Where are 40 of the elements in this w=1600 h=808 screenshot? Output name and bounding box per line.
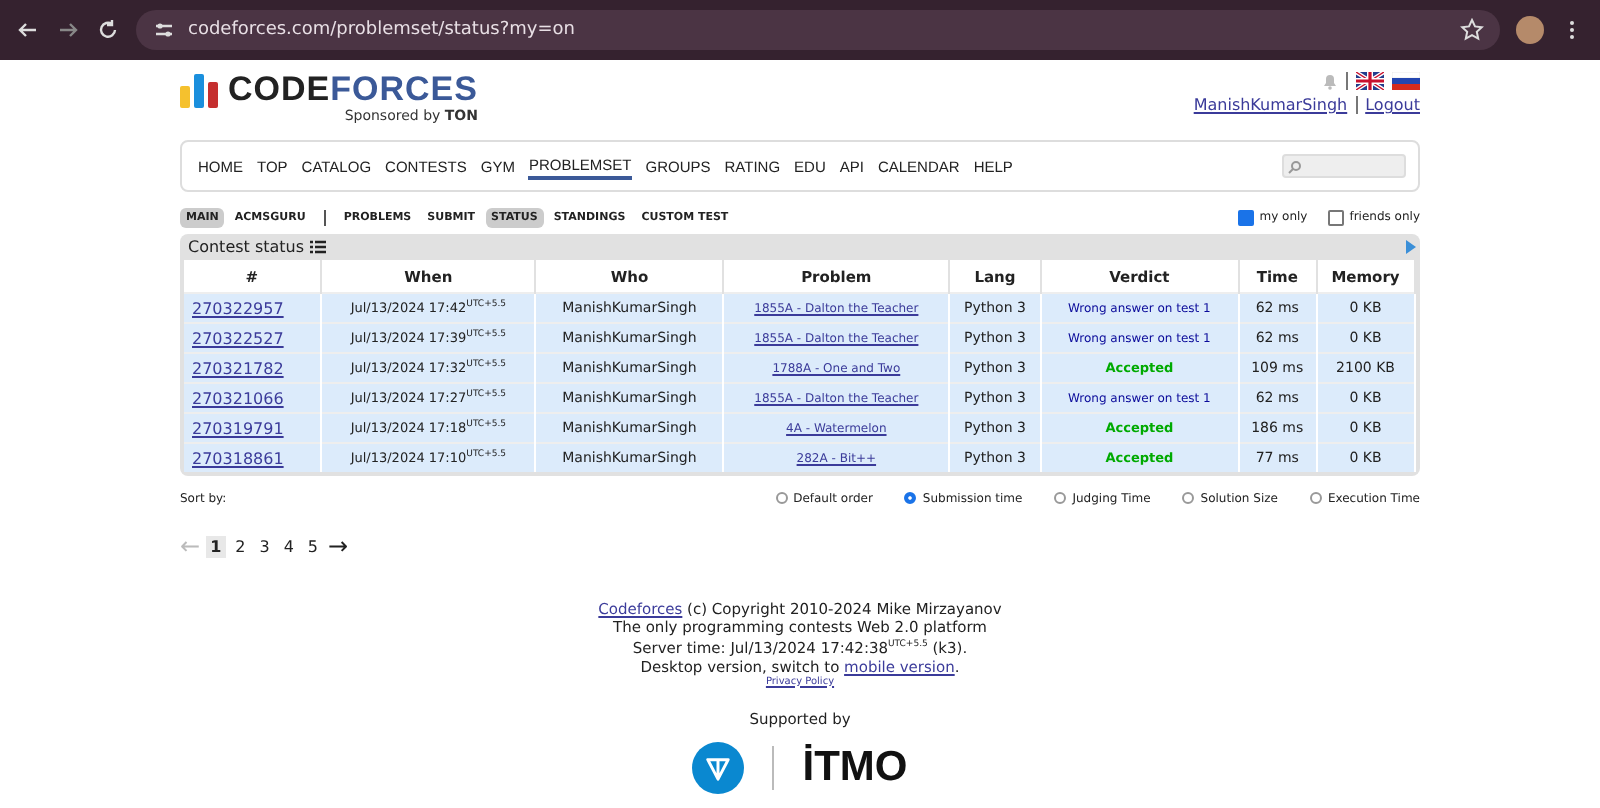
search-field[interactable]	[1282, 154, 1406, 178]
submission-id-link[interactable]: 270318861	[192, 449, 284, 467]
submission-id-link[interactable]: 270321782	[192, 359, 284, 377]
page-link[interactable]: 5	[303, 535, 323, 557]
next-page-arrow[interactable]: →	[328, 532, 349, 560]
ton-logo-icon	[692, 741, 745, 793]
partner-logo-text: İTMO	[802, 741, 908, 793]
checkbox[interactable]	[1327, 209, 1344, 225]
page-link[interactable]: 2	[231, 535, 250, 557]
submission-id-link[interactable]: 270322957	[192, 299, 284, 317]
uk-flag-icon[interactable]	[1356, 72, 1384, 90]
russia-flag-icon[interactable]	[1392, 72, 1420, 90]
page-link[interactable]: 3	[255, 535, 274, 557]
page-link[interactable]: 1	[206, 535, 226, 557]
radio-button[interactable]	[1182, 492, 1195, 504]
back-icon[interactable]	[16, 18, 40, 42]
panel-title: Contest status	[188, 238, 305, 256]
logout-link[interactable]: Logout	[1365, 96, 1420, 114]
radio-button[interactable]	[775, 492, 788, 504]
username-link[interactable]: ManishKumarSingh	[1193, 96, 1348, 114]
profile-avatar[interactable]	[1516, 16, 1544, 44]
bar-chart-logo-icon	[180, 72, 220, 108]
arrow-icon[interactable]	[1406, 240, 1416, 254]
submission-id-link[interactable]: 270321066	[192, 389, 284, 407]
list-icon[interactable]	[310, 240, 327, 254]
site-logo-text[interactable]: CODEFORCES	[228, 72, 478, 108]
reload-icon[interactable]	[96, 18, 120, 42]
radio-button[interactable]	[904, 492, 917, 504]
site-info-icon[interactable]	[152, 18, 176, 42]
search-icon	[1288, 159, 1302, 173]
page-link[interactable]: 4	[279, 535, 298, 557]
submission-id-link[interactable]: 270322527	[192, 329, 284, 347]
radio-button[interactable]	[1054, 492, 1067, 504]
star-icon[interactable]	[1460, 18, 1484, 42]
forward-icon[interactable]	[56, 18, 80, 42]
checkbox[interactable]	[1237, 209, 1254, 225]
url-text: codeforces.com/problemset/status?my=on	[188, 20, 575, 40]
address-bar[interactable]: codeforces.com/problemset/status?my=on	[136, 10, 1500, 50]
radio-button[interactable]	[1309, 492, 1322, 504]
submission-id-link[interactable]: 270319791	[192, 419, 284, 437]
